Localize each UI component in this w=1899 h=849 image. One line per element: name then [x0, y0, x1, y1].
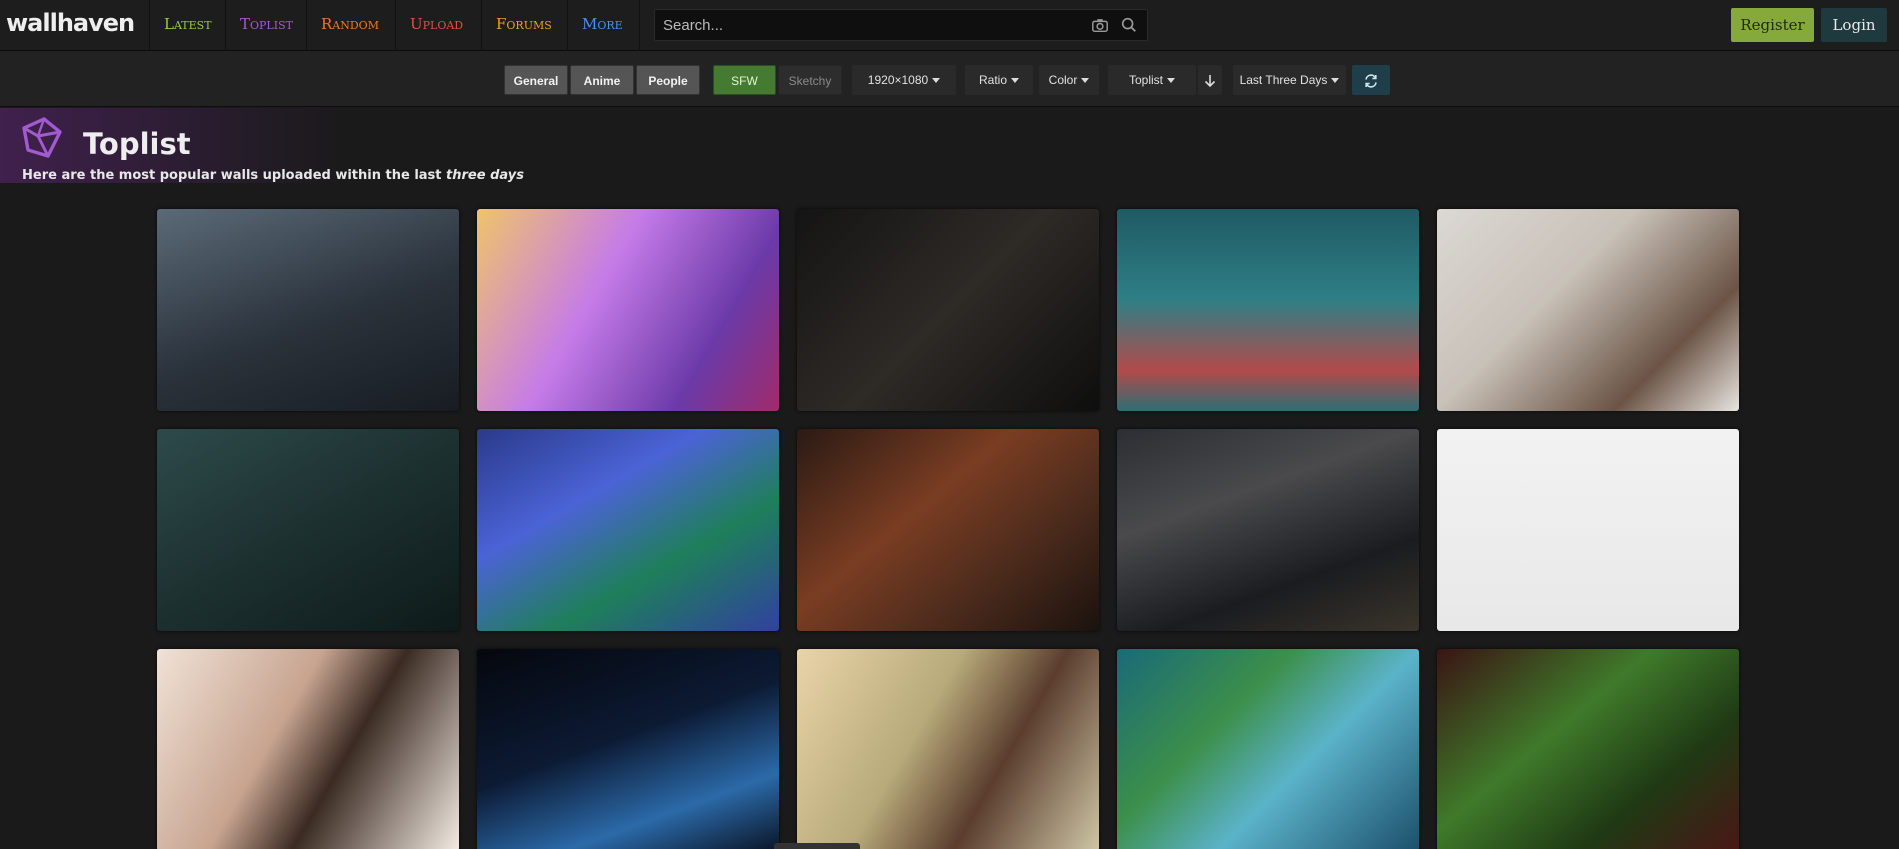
wallpaper-image: [157, 429, 459, 631]
top-navbar: wallhaven Latest Toplist Random Upload F…: [0, 0, 1899, 51]
chevron-down-icon: [932, 78, 941, 84]
wallpaper-image: [797, 649, 1099, 849]
wallpaper-thumb[interactable]: [157, 429, 459, 631]
color-label: Color: [1048, 73, 1078, 87]
category-people-toggle[interactable]: People: [636, 65, 700, 95]
wallpaper-thumb[interactable]: [157, 649, 459, 849]
wallpaper-image: [797, 209, 1099, 411]
wallpaper-thumb[interactable]: [1117, 429, 1419, 631]
purity-sfw-toggle[interactable]: SFW: [713, 65, 776, 95]
purity-sketchy-toggle[interactable]: Sketchy: [778, 65, 842, 95]
resolution-label: 1920×1080: [867, 73, 929, 87]
wallpaper-image: [157, 209, 459, 411]
wallpaper-image: [1117, 429, 1419, 631]
sorting-label: Toplist: [1128, 73, 1163, 87]
wallpaper-thumb[interactable]: [1117, 649, 1419, 849]
nav-divider: [306, 0, 307, 51]
wallpaper-image: [1437, 429, 1739, 631]
nav-divider: [639, 0, 640, 51]
category-general-toggle[interactable]: General: [504, 65, 568, 95]
refresh-button[interactable]: [1352, 65, 1390, 95]
wallpaper-image: [157, 649, 459, 849]
nav-divider: [567, 0, 568, 51]
scroll-tab[interactable]: [774, 843, 860, 849]
nav-more[interactable]: More: [582, 15, 623, 33]
arrow-down-icon: [1204, 74, 1216, 87]
nav-forums[interactable]: Forums: [496, 15, 552, 33]
chevron-down-icon: [1167, 78, 1175, 84]
nav-toplist[interactable]: Toplist: [240, 15, 293, 33]
nav-divider: [481, 0, 482, 51]
toprange-label: Last Three Days: [1239, 73, 1328, 87]
wallpaper-thumb[interactable]: [477, 429, 779, 631]
wallpaper-thumb[interactable]: [797, 429, 1099, 631]
ratio-dropdown[interactable]: Ratio: [965, 65, 1033, 95]
camera-icon[interactable]: [1091, 16, 1109, 34]
wallpaper-image: [1117, 649, 1419, 849]
nav-latest[interactable]: Latest: [164, 15, 212, 33]
wallpaper-thumb[interactable]: [1437, 209, 1739, 411]
search-filter-bar: General Anime People SFW Sketchy 1920×10…: [0, 51, 1899, 107]
subtitle-text: Here are the most popular walls uploaded…: [22, 168, 442, 183]
nav-random[interactable]: Random: [321, 15, 379, 33]
subtitle-emphasis: three days: [446, 168, 524, 183]
nav-divider: [225, 0, 226, 51]
page-subtitle: Here are the most popular walls uploaded…: [22, 168, 524, 183]
wallpaper-thumb[interactable]: [797, 649, 1099, 849]
category-anime-toggle[interactable]: Anime: [570, 65, 634, 95]
wallpaper-image: [1437, 209, 1739, 411]
wallpaper-image: [1117, 209, 1419, 411]
wallpaper-thumb[interactable]: [157, 209, 459, 411]
login-button[interactable]: Login: [1821, 8, 1887, 42]
wallpaper-image: [797, 429, 1099, 631]
wallpaper-thumb[interactable]: [1437, 649, 1739, 849]
refresh-icon: [1365, 74, 1377, 88]
search-input[interactable]: [655, 10, 1075, 40]
sorting-dropdown[interactable]: Toplist: [1108, 65, 1196, 95]
nav-divider: [395, 0, 396, 51]
wallpaper-thumb[interactable]: [477, 209, 779, 411]
search-box: [654, 9, 1148, 41]
nav-divider: [149, 0, 150, 51]
register-button[interactable]: Register: [1731, 8, 1814, 42]
chevron-down-icon: [1011, 78, 1019, 84]
chevron-down-icon: [1331, 78, 1340, 84]
ratio-label: Ratio: [978, 73, 1007, 87]
search-icon[interactable]: [1120, 16, 1138, 34]
page-title: Toplist: [83, 127, 191, 161]
sort-order-button[interactable]: [1198, 65, 1222, 95]
resolution-dropdown[interactable]: 1920×1080: [852, 65, 956, 95]
wallpaper-image: [477, 209, 779, 411]
wallpaper-image: [1437, 649, 1739, 849]
wallpaper-thumb[interactable]: [1437, 429, 1739, 631]
toprange-dropdown[interactable]: Last Three Days: [1233, 65, 1346, 95]
wallpaper-thumb[interactable]: [477, 649, 779, 849]
wallpaper-thumb[interactable]: [797, 209, 1099, 411]
chevron-down-icon: [1081, 78, 1090, 84]
wallpaper-image: [477, 429, 779, 631]
diamond-icon: [22, 117, 62, 158]
site-logo[interactable]: wallhaven: [6, 9, 135, 37]
nav-upload[interactable]: Upload: [410, 15, 463, 33]
color-dropdown[interactable]: Color: [1039, 65, 1099, 95]
wallpaper-image: [477, 649, 779, 849]
wallpaper-thumb[interactable]: [1117, 209, 1419, 411]
